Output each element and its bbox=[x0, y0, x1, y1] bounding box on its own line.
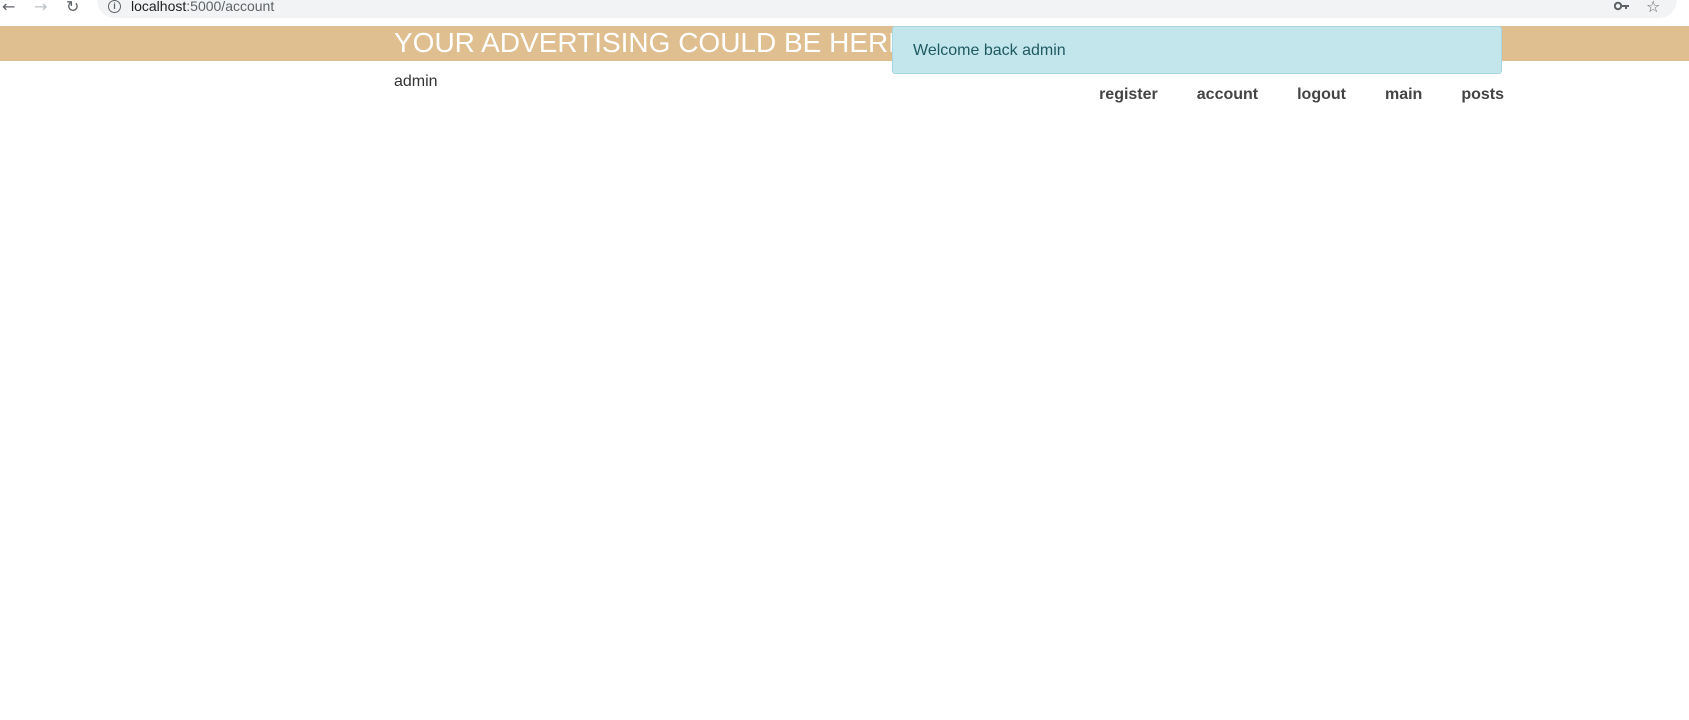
bookmark-star-icon[interactable]: ☆ bbox=[1646, 0, 1660, 16]
main-nav: register account logout main posts bbox=[1060, 86, 1504, 104]
nav-link-posts[interactable]: posts bbox=[1461, 86, 1504, 104]
flash-alert: Welcome back admin bbox=[892, 26, 1502, 74]
address-bar[interactable] bbox=[97, 0, 1677, 18]
nav-link-main[interactable]: main bbox=[1385, 86, 1422, 104]
banner-text: YOUR ADVERTISING COULD BE HERE bbox=[394, 27, 907, 58]
back-arrow-icon[interactable]: ← bbox=[2, 0, 15, 15]
nav-link-logout[interactable]: logout bbox=[1297, 86, 1346, 104]
url-text[interactable]: localhost:5000/account bbox=[131, 0, 274, 14]
nav-link-account[interactable]: account bbox=[1197, 86, 1258, 104]
key-icon[interactable] bbox=[1613, 0, 1630, 14]
nav-link-register[interactable]: register bbox=[1099, 86, 1158, 104]
alert-message: Welcome back admin bbox=[913, 42, 1066, 59]
url-host: localhost bbox=[131, 0, 187, 14]
browser-toolbar: ← → ↻ i localhost:5000/account ☆ bbox=[0, 0, 1689, 20]
reload-icon[interactable]: ↻ bbox=[66, 0, 79, 15]
forward-arrow-icon[interactable]: → bbox=[34, 0, 47, 15]
site-info-icon[interactable]: i bbox=[108, 0, 121, 13]
url-path: :5000/account bbox=[186, 0, 275, 14]
username-label: admin bbox=[394, 73, 438, 90]
